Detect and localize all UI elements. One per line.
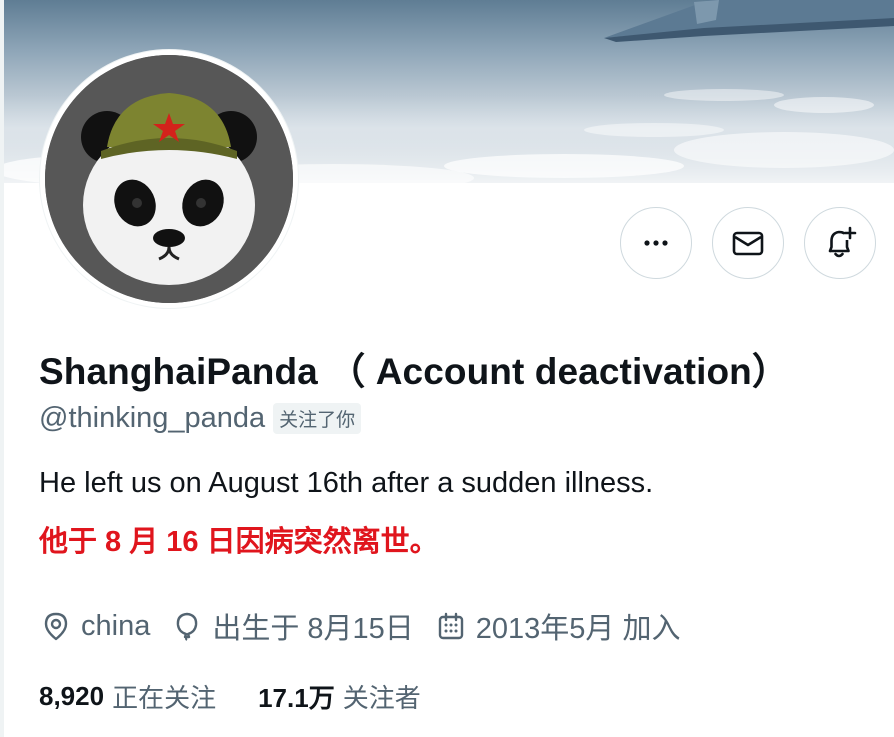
location-text: china bbox=[81, 609, 151, 642]
followers-label: 关注者 bbox=[342, 682, 421, 713]
panda-avatar-icon bbox=[45, 55, 293, 303]
location-pin-icon bbox=[44, 612, 68, 641]
notify-button[interactable] bbox=[804, 207, 876, 279]
bio-line-english: He left us on August 16th after a sudden… bbox=[39, 467, 654, 499]
following-count: 8,920 bbox=[39, 680, 105, 711]
follows-you-badge: 关注了你 bbox=[273, 402, 362, 434]
following-link[interactable]: 8,920 正在关注 bbox=[39, 678, 216, 715]
balloon-icon bbox=[177, 612, 198, 641]
more-options-button[interactable] bbox=[620, 207, 692, 279]
message-button[interactable] bbox=[712, 207, 784, 279]
bio-line-chinese: 他于 8 月 16 日因病突然离世。 bbox=[39, 526, 439, 558]
bell-plus-icon bbox=[828, 226, 857, 258]
followers-link[interactable]: 17.1万 关注者 bbox=[258, 678, 421, 715]
more-horizontal-icon bbox=[644, 240, 668, 246]
profile-avatar[interactable] bbox=[40, 50, 298, 308]
calendar-icon bbox=[438, 612, 463, 640]
joined-text: 2013年5月 加入 bbox=[475, 613, 681, 645]
birthday-item: 出生于 8月15日 bbox=[172, 605, 414, 647]
followers-count: 17.1万 bbox=[258, 682, 335, 713]
avatar-image bbox=[45, 55, 293, 303]
envelope-icon bbox=[732, 231, 764, 256]
following-label: 正在关注 bbox=[112, 682, 217, 713]
location-item: china bbox=[41, 610, 150, 643]
profile-stats: 8,920 正在关注 17.1万 关注者 bbox=[39, 674, 463, 718]
joined-item: 2013年5月 加入 bbox=[436, 605, 681, 647]
display-name-row: ShanghaiPanda （ Account deactivation） bbox=[39, 344, 789, 392]
user-handle: @thinking_panda bbox=[39, 401, 266, 434]
handle-row: @thinking_panda 关注了你 bbox=[39, 398, 362, 438]
display-name: ShanghaiPanda （ Account deactivation） bbox=[39, 351, 789, 392]
birthday-text: 出生于 8月15日 bbox=[212, 613, 414, 645]
profile-meta: china 出生于 8月15日 2013年5月 加入 bbox=[41, 604, 702, 648]
